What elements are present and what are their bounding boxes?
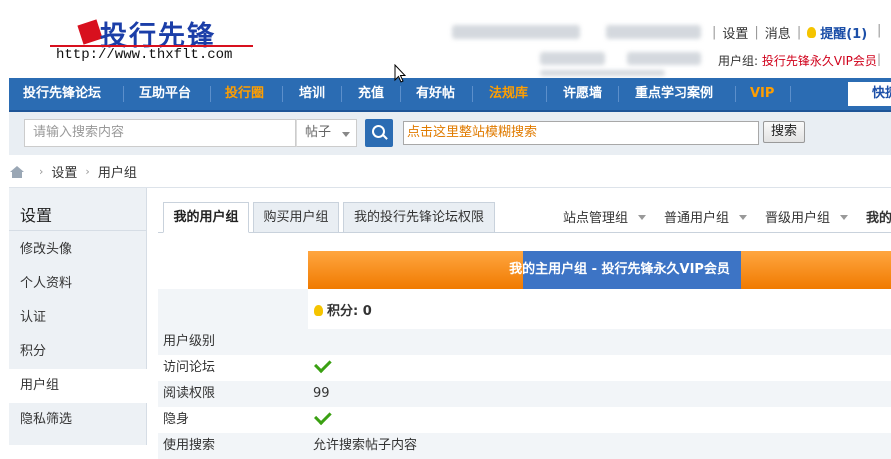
nav-divider (123, 86, 124, 102)
blurred-info (540, 70, 665, 76)
sidebar-item-profile[interactable]: 个人资料 (9, 267, 146, 301)
search-icon-handle (382, 134, 388, 140)
row-value: 99 (313, 386, 330, 401)
blurred-username (452, 25, 580, 39)
separator: | (877, 23, 882, 38)
points-info: 积分: 0 (314, 300, 372, 319)
logo-url: http://www.thxflt.com (56, 47, 233, 63)
table-row: 隐身 (158, 407, 891, 433)
messages-link[interactable]: 消息 (765, 23, 791, 42)
search-type-label: 帖子 (305, 125, 332, 140)
separator: | (877, 52, 882, 66)
sidebar-item-privacy[interactable]: 隐私筛选 (9, 403, 146, 437)
blurred-info (606, 25, 701, 39)
top-links: | 设置 | 消息 | 提醒(1) (706, 23, 867, 42)
table-row: 使用搜索 允许搜索帖子内容 (158, 433, 891, 459)
nav-divider (735, 86, 736, 102)
nav-item-mutual-aid[interactable]: 互助平台 (139, 78, 191, 110)
nav-item-ib-circle[interactable]: 投行圈 (225, 78, 264, 110)
sidebar-item-credits[interactable]: 积分 (9, 335, 146, 369)
nav-item-key-cases[interactable]: 重点学习案例 (635, 78, 713, 110)
search-button[interactable] (365, 119, 393, 147)
nav-divider (341, 86, 342, 102)
nav-divider (790, 86, 791, 102)
nav-item-forum[interactable]: 投行先锋论坛 (23, 78, 101, 110)
breadcrumb: › 设置 › 用户组 (10, 162, 137, 181)
bulb-icon (314, 305, 323, 316)
tab-site-admin-group[interactable]: 站点管理组 (563, 207, 647, 226)
points-label: 积分: 0 (327, 304, 372, 319)
nav-item-recharge[interactable]: 充值 (358, 78, 384, 110)
mouse-cursor-icon (394, 64, 406, 83)
chevron-right-icon: › (39, 164, 44, 178)
nav-item-training[interactable]: 培训 (299, 78, 325, 110)
sidebar-title: 设置 (20, 206, 53, 225)
nav-item-regulations[interactable]: 法规库 (489, 78, 528, 110)
tab-normal-group[interactable]: 普通用户组 (664, 207, 748, 226)
nav-item-wish-wall[interactable]: 许愿墙 (563, 78, 602, 110)
nav-divider (210, 86, 211, 102)
table-row: 阅读权限 99 (158, 381, 891, 407)
bulb-icon (807, 26, 817, 38)
usergroup-info: 用户组: 投行先锋永久VIP会员 (718, 52, 877, 69)
usergroup-label: 用户组: (718, 54, 762, 68)
row-label: 用户级别 (163, 334, 216, 349)
usergroup-value[interactable]: 投行先锋永久VIP会员 (762, 54, 877, 68)
settings-sidebar: 设置 修改头像 个人资料 认证 积分 用户组 隐私筛选 (9, 188, 147, 445)
sidebar-item-verify[interactable]: 认证 (9, 301, 146, 335)
settings-link[interactable]: 设置 (722, 23, 748, 42)
table-label-column (158, 289, 308, 329)
remind-link[interactable]: 提醒(1) (820, 23, 867, 42)
tab-my-permissions[interactable]: 我的投行先锋论坛权限 (343, 202, 495, 233)
tab-promotion-group[interactable]: 晋级用户组 (765, 207, 849, 226)
search-input[interactable]: 请输入搜索内容 (24, 119, 296, 147)
chevron-down-icon (840, 215, 849, 220)
nav-divider (472, 86, 473, 102)
blurred-info (627, 52, 701, 65)
breadcrumb-settings[interactable]: 设置 (51, 162, 77, 181)
separator: | (754, 24, 759, 40)
separator: | (712, 24, 717, 40)
table-row: 访问论坛 (158, 355, 891, 381)
tab-buy-usergroup[interactable]: 购买用户组 (253, 202, 339, 233)
row-label: 隐身 (163, 412, 190, 427)
breadcrumb-usergroup: 用户组 (97, 165, 137, 181)
chevron-down-icon (739, 215, 748, 220)
row-label: 访问论坛 (163, 360, 216, 375)
row-label: 使用搜索 (163, 438, 216, 453)
group-banner-title: 我的主用户组 - 投行先锋永久VIP会员 (509, 262, 730, 277)
nav-divider (400, 86, 401, 102)
search-type-select[interactable]: 帖子 (296, 119, 357, 147)
fuzzy-search-button[interactable]: 搜索 (763, 121, 805, 143)
divider (9, 230, 146, 231)
nav-item-vip[interactable]: VIP (750, 78, 774, 110)
quick-nav-button[interactable]: 快捷 (848, 82, 891, 106)
nav-item-good-posts[interactable]: 有好帖 (416, 78, 455, 110)
main-nav: 投行先锋论坛 互助平台 投行圈 培训 充值 有好帖 法规库 许愿墙 重点学习案例… (9, 78, 891, 112)
sidebar-item-usergroup[interactable]: 用户组 (9, 369, 147, 403)
check-icon (314, 355, 332, 374)
check-icon (314, 407, 332, 426)
chevron-down-icon (342, 132, 350, 137)
fuzzy-search-input[interactable]: 点击这里整站模糊搜索 (403, 121, 759, 145)
table-row: 用户级别 (158, 329, 891, 355)
sidebar-item-avatar[interactable]: 修改头像 (9, 233, 146, 267)
home-icon[interactable] (10, 165, 24, 178)
nav-divider (282, 86, 283, 102)
row-label: 阅读权限 (163, 386, 216, 401)
tab-my-usergroup[interactable]: 我的用户组 (163, 202, 249, 233)
chevron-right-icon: › (85, 164, 90, 178)
chevron-down-icon (638, 215, 647, 220)
nav-divider (618, 86, 619, 102)
tab-my-more[interactable]: 我的 (866, 207, 891, 226)
separator: | (796, 24, 802, 40)
blurred-info (540, 52, 605, 65)
row-value: 允许搜索帖子内容 (313, 438, 418, 453)
nav-divider (546, 86, 547, 102)
